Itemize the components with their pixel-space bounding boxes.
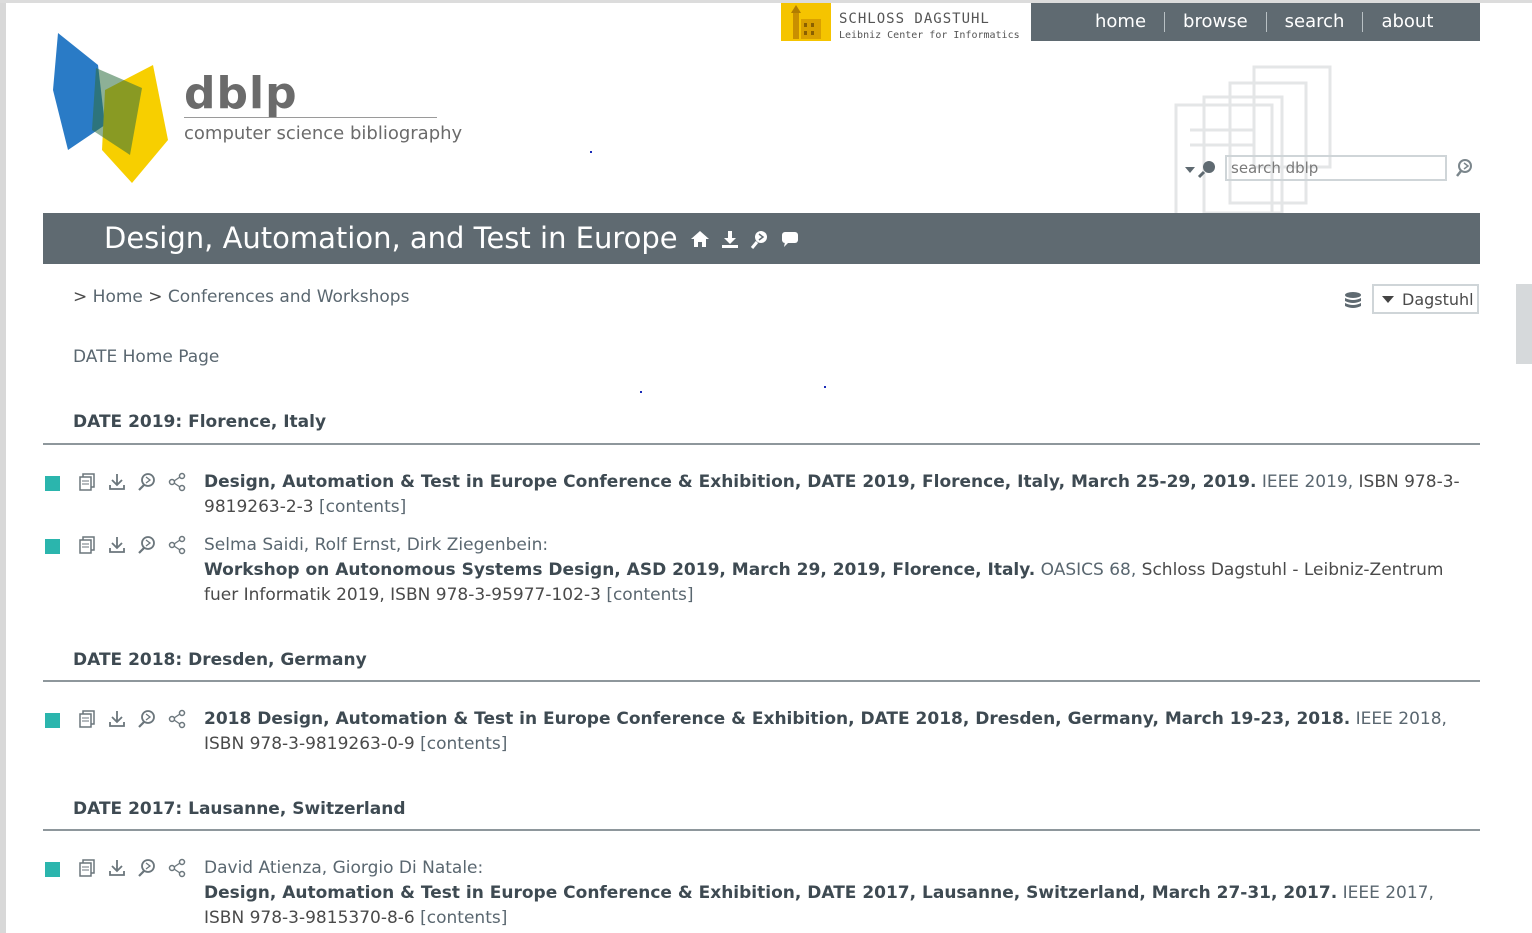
search-related-icon[interactable]	[137, 709, 157, 729]
section-heading-2018: DATE 2018: Dresden, Germany	[73, 650, 367, 670]
contents-link[interactable]: [contents]	[420, 908, 507, 928]
breadcrumb: > Home > Conferences and Workshops	[73, 287, 409, 307]
publication-type-marker	[45, 539, 60, 554]
dagstuhl-name: SCHLOSS DAGSTUHL	[839, 11, 990, 27]
mirror-select[interactable]: Dagstuhl	[1372, 284, 1479, 314]
publication-citation: Design, Automation & Test in Europe Conf…	[204, 470, 1474, 520]
export-icon[interactable]	[107, 858, 127, 878]
export-icon[interactable]	[107, 472, 127, 492]
date-home-page-link[interactable]: DATE Home Page	[73, 347, 219, 367]
view-toc-icon[interactable]	[77, 858, 97, 878]
title-icons	[690, 229, 800, 249]
publication-isbn: ISBN 978-3-9819263-0-9	[204, 734, 415, 754]
publication-venue[interactable]: IEEE 2017,	[1343, 883, 1434, 903]
publication-title: Workshop on Autonomous Systems Design, A…	[204, 560, 1036, 580]
entry-tools	[77, 472, 187, 492]
logo-subtitle: computer science bibliography	[184, 123, 463, 144]
section-heading-2017: DATE 2017: Lausanne, Switzerland	[73, 799, 406, 819]
logo-divider	[184, 117, 437, 118]
search-related-icon[interactable]	[137, 858, 157, 878]
stray-dot	[590, 151, 592, 153]
view-toc-icon[interactable]	[77, 472, 97, 492]
search-options-icon[interactable]	[1182, 158, 1220, 180]
contents-link[interactable]: [contents]	[420, 734, 507, 754]
nav-search[interactable]: search	[1267, 12, 1364, 32]
publication-venue[interactable]: IEEE 2018,	[1356, 709, 1447, 729]
share-icon[interactable]	[167, 472, 187, 492]
publication-type-marker	[45, 862, 60, 877]
comment-icon[interactable]	[780, 229, 800, 249]
entry-tools	[77, 535, 187, 555]
dblp-logo[interactable]: dblp computer science bibliography	[50, 30, 462, 190]
dagstuhl-building-icon	[781, 3, 831, 41]
contents-link[interactable]: [contents]	[606, 585, 693, 605]
top-nav: home browse search about	[1031, 3, 1480, 41]
publication-citation: David Atienza, Giorgio Di Natale: Design…	[204, 856, 1474, 931]
stray-dot	[824, 386, 826, 388]
publication-title: Design, Automation & Test in Europe Conf…	[204, 472, 1257, 492]
stray-dot	[640, 391, 642, 393]
search-related-icon[interactable]	[137, 472, 157, 492]
publication-authors[interactable]: Selma Saidi, Rolf Ernst, Dirk Ziegenbein…	[204, 535, 548, 555]
share-icon[interactable]	[167, 858, 187, 878]
breadcrumb-prefix: >	[73, 287, 88, 307]
publication-title: 2018 Design, Automation & Test in Europe…	[204, 709, 1351, 729]
dagstuhl-banner[interactable]: SCHLOSS DAGSTUHL Leibniz Center for Info…	[781, 3, 1020, 41]
dagstuhl-subtitle: Leibniz Center for Informatics	[839, 30, 1020, 41]
section-heading-2019: DATE 2019: Florence, Italy	[73, 412, 327, 432]
share-icon[interactable]	[167, 709, 187, 729]
entry-tools	[77, 858, 187, 878]
left-border	[0, 0, 6, 933]
dblp-logo-mark-icon	[53, 33, 168, 183]
view-toc-icon[interactable]	[77, 535, 97, 555]
export-icon[interactable]	[107, 535, 127, 555]
section-divider	[43, 829, 1480, 831]
search-link-icon[interactable]	[750, 229, 770, 249]
search-bar	[1182, 154, 1482, 184]
nav-about[interactable]: about	[1363, 12, 1451, 32]
publication-venue[interactable]: OASICS 68,	[1041, 560, 1137, 580]
database-icon[interactable]	[1343, 291, 1363, 311]
publication-citation: Selma Saidi, Rolf Ernst, Dirk Ziegenbein…	[204, 533, 1474, 608]
publication-citation: 2018 Design, Automation & Test in Europe…	[204, 707, 1474, 757]
search-submit-icon[interactable]	[1454, 157, 1476, 179]
export-icon[interactable]	[107, 709, 127, 729]
search-related-icon[interactable]	[137, 535, 157, 555]
section-divider	[43, 680, 1480, 682]
chevron-down-icon	[1382, 295, 1394, 303]
share-icon[interactable]	[167, 535, 187, 555]
breadcrumb-separator: >	[148, 287, 163, 307]
publication-venue[interactable]: IEEE 2019,	[1262, 472, 1353, 492]
logo-wordmark: dblp	[184, 68, 298, 119]
publication-type-marker	[45, 713, 60, 728]
publication-type-marker	[45, 476, 60, 491]
section-divider	[43, 443, 1480, 445]
search-input[interactable]	[1225, 155, 1447, 181]
nav-browse[interactable]: browse	[1165, 12, 1267, 32]
breadcrumb-home[interactable]: Home	[93, 287, 143, 307]
papers-decoration	[1172, 65, 1337, 217]
publication-title: Design, Automation & Test in Europe Conf…	[204, 883, 1338, 903]
publication-isbn: ISBN 978-3-9815370-8-6	[204, 908, 415, 928]
download-icon[interactable]	[720, 229, 740, 249]
contents-link[interactable]: [contents]	[319, 497, 406, 517]
page-title: Design, Automation, and Test in Europe	[104, 221, 678, 255]
entry-tools	[77, 709, 187, 729]
mirror-select-value: Dagstuhl	[1402, 289, 1474, 309]
nav-home[interactable]: home	[1077, 12, 1166, 32]
page-title-bar: Design, Automation, and Test in Europe	[43, 213, 1480, 264]
breadcrumb-conferences[interactable]: Conferences and Workshops	[168, 287, 410, 307]
side-panel-tab[interactable]	[1516, 284, 1532, 364]
publication-authors[interactable]: David Atienza, Giorgio Di Natale:	[204, 858, 483, 878]
view-toc-icon[interactable]	[77, 709, 97, 729]
home-icon[interactable]	[690, 229, 710, 249]
